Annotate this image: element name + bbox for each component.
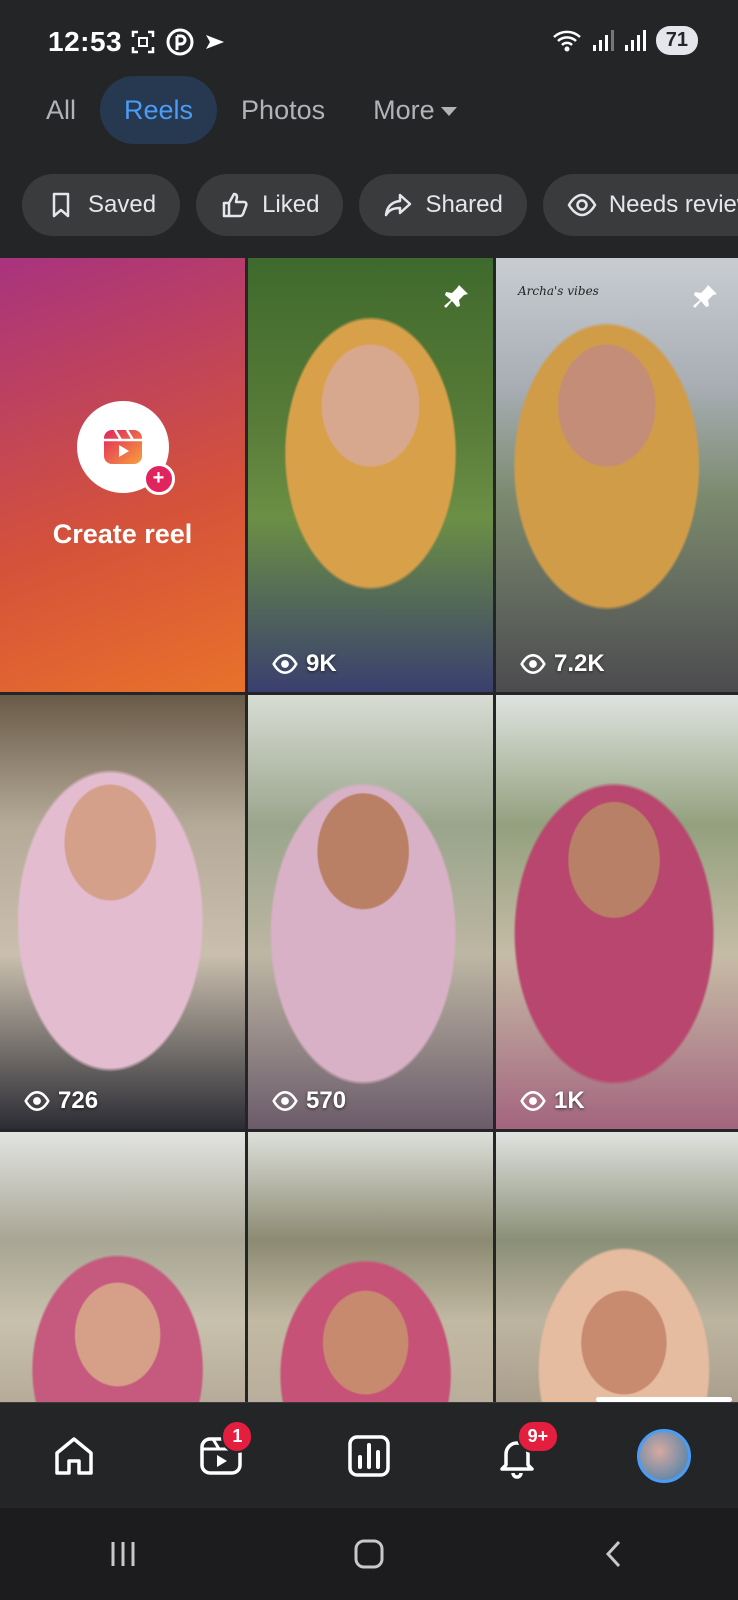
pin-icon [444,285,468,308]
status-bar: 12:53 71 [0,0,738,80]
bottom-nav: 1 9+ [0,1402,738,1508]
plus-icon: + [142,462,175,495]
battery-indicator: 71 [655,26,698,55]
eye-icon [567,193,597,217]
reel-preview-image [496,695,738,1129]
pin-icon [693,285,717,308]
tab-more[interactable]: More [349,76,481,144]
reel-thumbnail[interactable]: 726 [0,695,245,1129]
reel-preview-image [0,695,245,1129]
reel-preview-image [496,1132,738,1402]
back-chevron-icon [605,1540,621,1568]
signal-icon [592,29,614,51]
thumbs-up-icon [222,192,248,218]
reel-thumbnail[interactable] [496,1132,738,1402]
home-button[interactable] [339,1524,399,1584]
chip-saved-label: Saved [88,191,157,218]
reel-thumbnail[interactable]: 1K [496,695,738,1129]
eye-icon [520,654,546,674]
reels-icon [103,428,142,464]
nav-notifications[interactable]: 9+ [487,1419,560,1486]
reel-preview-image [248,258,493,692]
reel-preview-image [496,258,738,692]
chip-liked-label: Liked [262,191,320,218]
tab-all-label: All [46,95,77,125]
bookmark-icon [52,192,70,218]
analytics-icon [348,1434,390,1477]
view-count-value: 726 [58,1087,99,1114]
eye-icon [24,1091,50,1111]
eye-icon [520,1091,546,1111]
create-reel-tile[interactable]: + Create reel [0,258,245,692]
notifications-badge: 9+ [516,1419,560,1453]
status-time: 12:53 [48,26,123,57]
tab-reels-label: Reels [124,95,194,125]
content-type-tabs: All Reels Photos More [22,76,481,144]
create-reel-icon-circle: + [76,400,175,495]
view-count: 570 [272,1087,346,1115]
reel-thumbnail[interactable] [0,1132,245,1402]
tab-more-label: More [373,95,435,125]
tab-all[interactable]: All [22,76,100,144]
home-square-icon [354,1539,384,1569]
tab-reels[interactable]: Reels [100,76,218,144]
status-system-icons: 71 [552,26,698,55]
view-count: 726 [24,1087,98,1115]
chip-needs-review-label: Needs review [608,191,738,218]
caret-down-icon [440,107,457,117]
screenshot-icon [131,30,155,54]
signal-icon-2 [624,29,646,51]
view-count: 9K [272,650,337,678]
system-nav-bar [0,1508,738,1600]
eye-icon [272,654,298,674]
chip-needs-review[interactable]: Needs review [542,174,738,236]
chip-shared-label: Shared [425,191,503,218]
home-icon [55,1436,93,1475]
nav-dashboard[interactable] [339,1426,399,1486]
view-count-value: 9K [306,650,337,677]
reel-thumbnail[interactable]: Archa's vibes 7.2K [496,258,738,692]
reel-preview-image [0,1132,245,1402]
reels-grid: + Create reel 9K Archa's vibes 7.2K 726 [0,258,738,1402]
reel-overlay-text: Archa's vibes [518,284,599,298]
reel-thumbnail[interactable]: 570 [248,695,493,1129]
nav-home[interactable] [44,1426,104,1486]
recent-apps-icon [111,1542,135,1566]
view-count: 1K [520,1087,585,1115]
reel-thumbnail[interactable] [248,1132,493,1402]
filter-chips: Saved Liked Shared Needs review [22,174,738,236]
reel-thumbnail[interactable]: 9K [248,258,493,692]
reel-preview-image [248,695,493,1129]
nav-reels[interactable]: 1 [191,1419,254,1486]
chip-liked[interactable]: Liked [196,174,344,236]
reel-preview-image [248,1132,493,1402]
chip-saved[interactable]: Saved [22,174,181,236]
view-count: 7.2K [520,650,605,678]
wifi-icon [552,30,581,51]
send-icon [206,35,224,49]
nav-profile[interactable] [634,1426,694,1486]
view-count-value: 7.2K [554,650,605,677]
avatar [637,1428,692,1483]
back-button[interactable] [585,1524,645,1584]
view-count-value: 570 [306,1087,347,1114]
p-app-icon [166,28,194,56]
chip-shared[interactable]: Shared [359,174,527,236]
share-icon [385,193,412,217]
view-count-value: 1K [554,1087,585,1114]
eye-icon [272,1091,298,1111]
tab-photos[interactable]: Photos [217,76,349,144]
create-reel-label: Create reel [52,518,193,549]
tab-photos-label: Photos [241,95,326,125]
status-notification-icons [130,28,226,56]
reels-badge: 1 [221,1419,254,1453]
recent-apps-button[interactable] [93,1524,153,1584]
